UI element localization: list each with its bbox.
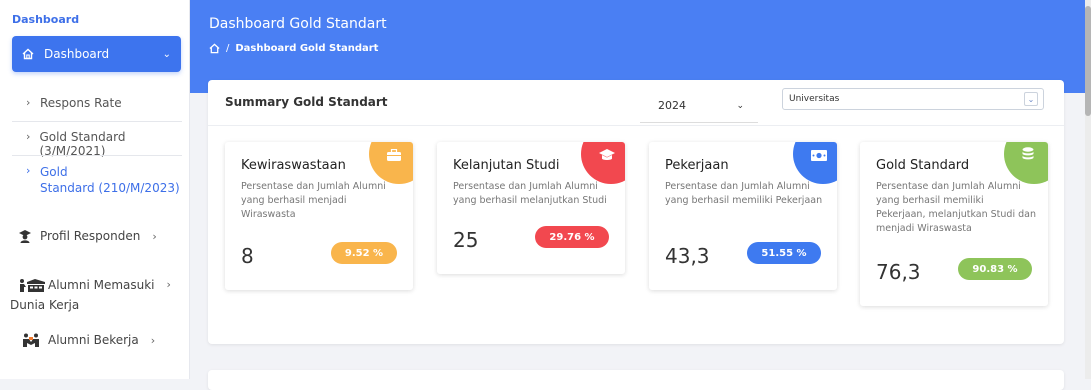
page-title: Dashboard Gold Standart	[209, 16, 387, 32]
chevron-down-icon: ⌄	[736, 101, 744, 111]
chevron-down-icon: ⌄	[1024, 92, 1038, 106]
card-description: Persentase dan Jumlah Alumni yang berhas…	[241, 181, 386, 220]
divider	[12, 121, 182, 122]
stat-card-kewiraswastaan: Kewiraswastaan Persentase dan Jumlah Alu…	[225, 142, 413, 290]
chevron-right-icon: ›	[166, 278, 171, 291]
card-title: Pekerjaan	[665, 158, 729, 173]
sidebar-item-label: Alumni Bekerja	[48, 333, 139, 347]
scope-select-value: Universitas	[789, 94, 840, 104]
sidebar-item-label: Dashboard	[44, 47, 110, 61]
graduation-cap-icon	[599, 146, 615, 165]
card-description: Persentase dan Jumlah Alumni yang berhas…	[876, 181, 1036, 234]
home-icon	[22, 48, 36, 60]
sidebar-subitem-respons-rate[interactable]: › Respons Rate	[26, 96, 122, 110]
scrollbar[interactable]	[1085, 0, 1091, 379]
graduate-icon	[18, 229, 40, 243]
sidebar-item-dashboard[interactable]: Dashboard ⌄	[12, 36, 181, 72]
card-description: Persentase dan Jumlah Alumni yang berhas…	[665, 181, 823, 206]
briefcase-icon	[387, 146, 401, 165]
summary-title: Summary Gold Standart	[225, 95, 388, 109]
scrollbar-thumb[interactable]	[1085, 6, 1091, 116]
secondary-panel	[208, 370, 1064, 390]
sidebar-item-label: Profil Responden	[40, 229, 141, 243]
breadcrumb: / Dashboard Gold Standart	[209, 43, 378, 54]
chevron-right-icon: ›	[150, 333, 156, 347]
chevron-right-icon: ›	[152, 229, 157, 243]
card-value: 76,3	[876, 260, 921, 284]
sidebar-subitem-gold-standard-2021[interactable]: › Gold Standard (3/M/2021)	[26, 130, 189, 158]
office-worker-icon	[18, 278, 48, 292]
percent-badge: 29.76 %	[535, 226, 609, 248]
chevron-down-icon: ⌄	[162, 48, 171, 60]
card-icon-circle	[369, 142, 413, 184]
sidebar-subitem-label: Gold Standard (3/M/2021)	[39, 130, 126, 158]
card-icon-circle	[1004, 142, 1048, 184]
card-description: Persentase dan Jumlah Alumni yang berhas…	[453, 181, 607, 206]
chevron-right-icon: ›	[26, 164, 31, 177]
money-icon	[811, 146, 827, 165]
sidebar-item-profil-responden[interactable]: Profil Responden ›	[18, 229, 157, 243]
sidebar: Dashboard Dashboard ⌄ › Respons Rate › G…	[0, 0, 190, 379]
card-icon-circle	[793, 142, 837, 184]
card-title: Kewiraswastaan	[241, 158, 346, 173]
percent-badge: 9.52 %	[331, 242, 397, 264]
sidebar-subitem-gold-standard-2023[interactable]: › Gold Standard (210/M/2023)	[26, 164, 180, 196]
percent-badge: 90.83 %	[958, 258, 1032, 280]
stat-card-kelanjutan-studi: Kelanjutan Studi Persentase dan Jumlah A…	[437, 142, 625, 274]
sidebar-item-alumni-bekerja[interactable]: Alumni Bekerja ›	[18, 333, 155, 347]
breadcrumb-separator: /	[226, 43, 230, 54]
coins-icon	[1022, 146, 1034, 165]
handshake-icon	[18, 333, 48, 347]
sidebar-item-label-line2: Dunia Kerja	[10, 298, 80, 312]
sidebar-title: Dashboard	[12, 13, 80, 26]
card-value: 8	[241, 244, 254, 268]
sidebar-subitem-label: Respons Rate	[40, 96, 122, 110]
card-icon-circle	[581, 142, 625, 184]
home-icon[interactable]	[209, 43, 220, 54]
breadcrumb-current: Dashboard Gold Standart	[235, 43, 379, 54]
sidebar-subitem-label-line2: Standard (210/M/2023)	[40, 181, 180, 195]
stat-card-pekerjaan: Pekerjaan Persentase dan Jumlah Alumni y…	[649, 142, 837, 290]
percent-badge: 51.55 %	[747, 242, 821, 264]
card-value: 43,3	[665, 244, 710, 268]
divider	[12, 155, 182, 156]
scope-select[interactable]: Universitas ⌄	[782, 88, 1044, 110]
card-value: 25	[453, 228, 479, 252]
summary-panel-header: Summary Gold Standart 2024 ⌄ Universitas…	[208, 80, 1064, 126]
sidebar-subitem-label-line1: Gold	[40, 165, 68, 179]
year-select-value: 2024	[658, 99, 686, 112]
card-title: Kelanjutan Studi	[453, 158, 560, 173]
stat-card-gold-standard: Gold Standard Persentase dan Jumlah Alum…	[860, 142, 1048, 306]
card-title: Gold Standard	[876, 158, 970, 173]
chevron-right-icon: ›	[26, 96, 31, 109]
year-select[interactable]: 2024 ⌄	[640, 89, 758, 123]
chevron-right-icon: ›	[26, 130, 31, 143]
sidebar-item-alumni-memasuki[interactable]: Alumni Memasuki › Dunia Kerja	[10, 275, 171, 315]
sidebar-item-label-line1: Alumni Memasuki	[48, 278, 155, 292]
